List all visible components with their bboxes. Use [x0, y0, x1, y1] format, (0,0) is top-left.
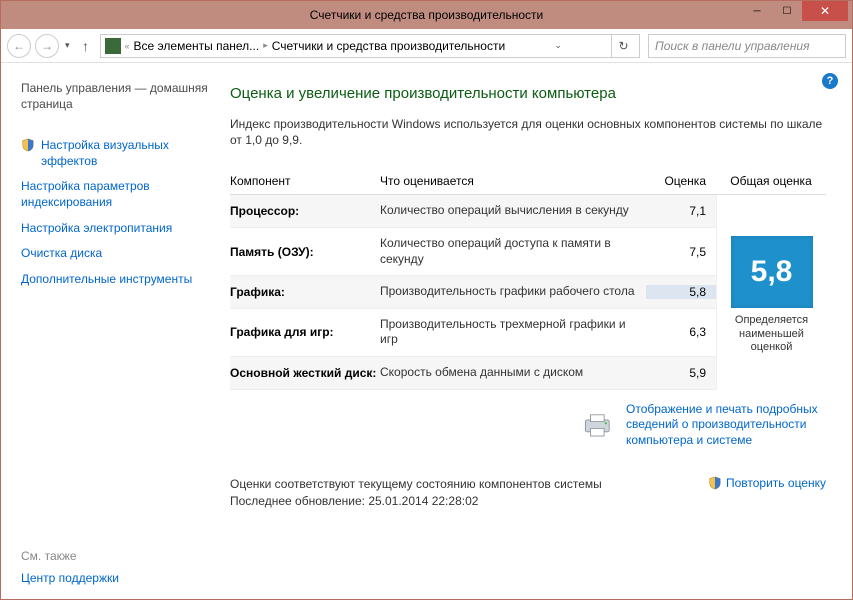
shield-icon [708, 476, 722, 490]
back-button[interactable]: ← [7, 34, 31, 58]
search-input[interactable]: Поиск в панели управления [648, 34, 846, 58]
cell-score: 5,8 [646, 285, 716, 299]
cell-component: Графика для игр: [230, 325, 380, 339]
th-score: Оценка [646, 174, 716, 188]
table-row: Графика: Производительность графики рабо… [230, 276, 716, 309]
sidebar-item-advanced-tools[interactable]: Дополнительные инструменты [21, 272, 208, 288]
sidebar-footer: См. также Центр поддержки [21, 549, 208, 587]
minimize-button[interactable]: ─ [742, 1, 772, 21]
sidebar-item-visual-effects[interactable]: Настройка визуальных эффектов [21, 138, 208, 169]
th-what: Что оценивается [380, 174, 646, 188]
table-row: Графика для игр: Производительность трех… [230, 309, 716, 357]
cell-what: Производительность трехмерной графики и … [380, 317, 646, 348]
cell-what: Количество операций доступа к памяти в с… [380, 236, 646, 267]
see-also-label: См. также [21, 549, 208, 563]
table-row: Память (ОЗУ): Количество операций доступ… [230, 228, 716, 276]
cell-score: 5,9 [646, 366, 716, 380]
cell-score: 6,3 [646, 325, 716, 339]
close-button[interactable]: ✕ [802, 1, 848, 21]
cell-component: Процессор: [230, 204, 380, 218]
cell-component: Память (ОЗУ): [230, 245, 380, 259]
sidebar-item-disk-cleanup[interactable]: Очистка диска [21, 246, 208, 262]
cell-what: Скорость обмена данными с диском [380, 365, 646, 381]
search-placeholder: Поиск в панели управления [655, 39, 810, 53]
address-bar[interactable]: « Все элементы панел... ▸ Счетчики и сре… [100, 34, 640, 58]
breadcrumb-segment[interactable]: Счетчики и средства производительности [272, 39, 505, 53]
status-line1: Оценки соответствуют текущему состоянию … [230, 476, 602, 493]
base-score-badge: 5,8 [731, 236, 813, 308]
print-details-link[interactable]: Отображение и печать подробных сведений … [626, 402, 826, 449]
body: ? Панель управления — домашняя страница … [1, 63, 852, 599]
cell-component: Графика: [230, 285, 380, 299]
up-button[interactable]: ↑ [76, 36, 96, 56]
base-score-column: 5,8 Определяется наименьшей оценкой [716, 195, 826, 389]
page-title: Оценка и увеличение производительности к… [230, 85, 826, 102]
score-table: Компонент Что оценивается Оценка Общая о… [230, 174, 826, 389]
chevron-right-icon: ▸ [263, 40, 268, 51]
th-base: Общая оценка [716, 174, 826, 188]
print-row: Отображение и печать подробных сведений … [230, 402, 826, 449]
cell-score: 7,1 [646, 204, 716, 218]
navbar: ← → ▾ ↑ « Все элементы панел... ▸ Счетчи… [1, 29, 852, 63]
action-center-link[interactable]: Центр поддержки [21, 571, 208, 587]
help-icon[interactable]: ? [822, 73, 838, 89]
cell-what: Производительность графики рабочего стол… [380, 284, 646, 300]
sidebar-item-power[interactable]: Настройка электропитания [21, 221, 208, 237]
maximize-button[interactable]: ☐ [772, 1, 802, 21]
refresh-button[interactable]: ↻ [611, 34, 635, 58]
table-row: Основной жесткий диск: Скорость обмена д… [230, 357, 716, 390]
window: Счетчики и средства производительности ─… [0, 0, 853, 600]
table-header: Компонент Что оценивается Оценка Общая о… [230, 174, 826, 195]
page-description: Индекс производительности Windows исполь… [230, 116, 826, 148]
table-row: Процессор: Количество операций вычислени… [230, 195, 716, 228]
history-dropdown[interactable]: ▾ [63, 40, 72, 51]
window-title: Счетчики и средства производительности [1, 8, 852, 22]
rerun-link[interactable]: Повторить оценку [726, 476, 826, 490]
status-line2: Последнее обновление: 25.01.2014 22:28:0… [230, 493, 602, 510]
rerun-assessment[interactable]: Повторить оценку [708, 476, 826, 490]
breadcrumb-segment[interactable]: Все элементы панел... [134, 39, 260, 53]
titlebar: Счетчики и средства производительности ─… [1, 1, 852, 29]
footer-row: Оценки соответствуют текущему состоянию … [230, 476, 826, 510]
sidebar-item-indexing[interactable]: Настройка параметров индексирования [21, 179, 208, 210]
status-text: Оценки соответствуют текущему состоянию … [230, 476, 602, 510]
main-content: Оценка и увеличение производительности к… [216, 63, 852, 599]
control-panel-icon [105, 38, 121, 54]
window-controls: ─ ☐ ✕ [742, 1, 848, 21]
control-panel-home-link[interactable]: Панель управления — домашняя страница [21, 81, 208, 112]
th-component: Компонент [230, 174, 380, 188]
chevron-right-icon: « [125, 41, 130, 51]
printer-icon [582, 411, 616, 439]
table-rows: Процессор: Количество операций вычислени… [230, 195, 716, 389]
cell-score: 7,5 [646, 245, 716, 259]
cell-what: Количество операций вычисления в секунду [380, 203, 646, 219]
shield-icon [21, 138, 35, 152]
forward-button[interactable]: → [35, 34, 59, 58]
base-score-caption: Определяется наименьшей оценкой [717, 314, 826, 355]
sidebar: Панель управления — домашняя страница На… [1, 63, 216, 599]
sidebar-item-label: Настройка визуальных эффектов [41, 138, 208, 169]
cell-component: Основной жесткий диск: [230, 366, 380, 380]
address-dropdown[interactable]: ⌄ [550, 40, 566, 51]
